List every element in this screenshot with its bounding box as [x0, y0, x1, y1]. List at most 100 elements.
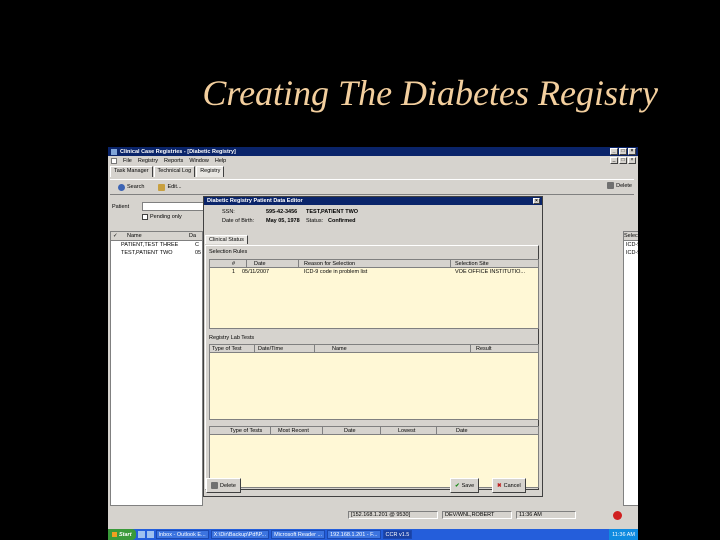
selection-rules-grid[interactable]: # Date Reason for Selection Selection Si…: [209, 259, 539, 329]
app-icon: [111, 148, 117, 155]
patient-list[interactable]: ✓ Name Da PATIENT,TEST THREE C TEST,PATI…: [110, 231, 203, 506]
tab-strip: Task Manager Technical Log Registry: [110, 166, 225, 177]
taskbar: Start Inbox - Outlook E... X:\Dir\Backup…: [108, 529, 638, 540]
col-name[interactable]: Name: [332, 346, 347, 352]
col-result[interactable]: Result: [476, 346, 492, 352]
row-number: 1: [232, 269, 236, 275]
menu-bar: File Registry Reports Window Help: [108, 156, 638, 165]
selection-rules-header: # Date Reason for Selection Selection Si…: [210, 260, 538, 268]
clinical-status-panel: Selection Rules # Date Reason for Select…: [205, 245, 539, 490]
save-button-label: Save: [461, 482, 475, 489]
tab-registry[interactable]: Registry: [196, 166, 225, 177]
col-reason[interactable]: Reason for Selection: [304, 261, 355, 267]
search-icon: [118, 183, 125, 191]
lab-tests-label: Registry Lab Tests: [209, 335, 255, 341]
name-column-header[interactable]: Name: [121, 233, 181, 239]
task-label: 192.168.1.201 - F...: [330, 531, 378, 538]
mdi-close-button[interactable]: ×: [628, 157, 636, 164]
check-column-header[interactable]: ✓: [111, 233, 121, 239]
cancel-button[interactable]: ✖ Cancel: [492, 478, 526, 493]
task-terminal[interactable]: 192.168.1.201 - F...: [327, 530, 381, 539]
menu-reports[interactable]: Reports: [164, 158, 183, 164]
task-explorer[interactable]: X:\Dir\Backup\Pdf\P...: [210, 530, 270, 539]
window-titlebar[interactable]: Clinical Case Registries - [Diabetic Reg…: [108, 147, 638, 156]
list-item[interactable]: ICD-9 code in problem list: [624, 241, 638, 249]
list-item[interactable]: ICD-9 code in problem list: [624, 249, 638, 257]
col-number[interactable]: #: [232, 261, 235, 267]
col-type-of-test[interactable]: Type of Test: [212, 346, 242, 352]
patient-input[interactable]: [142, 202, 208, 211]
menu-help[interactable]: Help: [215, 158, 226, 164]
close-button[interactable]: ×: [628, 148, 636, 155]
date-column-header[interactable]: Da: [181, 233, 196, 239]
search-button[interactable]: Search: [114, 183, 148, 192]
status-bar: [152.168.1.201 @ 9530] DEV/WNL,ROBERT 11…: [108, 510, 638, 520]
mdi-maximize-button[interactable]: □: [619, 157, 627, 164]
col-most-recent[interactable]: Most Recent: [278, 428, 309, 434]
task-ccr[interactable]: CCR v1.5: [382, 530, 413, 539]
task-label: Microsoft Reader ...: [274, 531, 323, 538]
tab-clinical-status[interactable]: Clinical Status: [205, 235, 248, 244]
col-type-of-tests[interactable]: Type of Tests: [230, 428, 262, 434]
windows-logo-icon: [112, 532, 117, 537]
start-button[interactable]: Start: [108, 529, 136, 540]
delete-button-label: Delete: [220, 482, 236, 489]
window-title: Clinical Case Registries - [Diabetic Reg…: [120, 148, 236, 155]
stop-icon: [613, 511, 622, 520]
list-item-date: 05: [195, 250, 202, 256]
ssn-value: 595-42-3456: [266, 209, 298, 215]
task-label: CCR v1.5: [385, 531, 410, 538]
selection-rule-header[interactable]: Selection Rule: [624, 232, 638, 241]
dialog-titlebar[interactable]: Diabetic Registry Patient Data Editor ×: [204, 197, 542, 205]
task-label: X:\Dir\Backup\Pdf\P...: [213, 531, 267, 538]
minimize-button[interactable]: _: [610, 148, 618, 155]
slide-title: Creating The Diabetes Registry: [202, 73, 658, 113]
list-item[interactable]: TEST,PATIENT TWO 05: [111, 249, 202, 257]
tray-clock: 11:36 AM: [612, 531, 635, 538]
lab-tests-header: Type of Test Date/Time Name Result: [210, 345, 538, 353]
dialog-delete-button[interactable]: Delete: [206, 478, 241, 493]
dialog-close-button[interactable]: ×: [533, 198, 540, 204]
list-item-name: PATIENT,TEST THREE: [121, 242, 179, 248]
col-site[interactable]: Selection Site: [455, 261, 489, 267]
quicklaunch-icon[interactable]: [137, 531, 145, 538]
menu-registry[interactable]: Registry: [138, 158, 158, 164]
status-label: Status:: [306, 218, 324, 224]
tab-technical-log[interactable]: Technical Log: [153, 166, 196, 177]
list-item-name: TEST,PATIENT TWO: [121, 250, 173, 256]
delete-toolbar-button[interactable]: Delete: [607, 182, 632, 189]
checkmark-icon: ✔: [455, 482, 460, 489]
save-button[interactable]: ✔ Save: [450, 478, 480, 493]
ssn-label: SSN:: [222, 209, 235, 215]
maximize-button[interactable]: □: [619, 148, 627, 155]
tests-summary-header: Type of Tests Most Recent Date Lowest Da…: [210, 427, 538, 435]
task-reader[interactable]: Microsoft Reader ...: [271, 530, 326, 539]
menu-window[interactable]: Window: [189, 158, 209, 164]
server-status: [152.168.1.201 @ 9530]: [348, 511, 438, 519]
task-outlook[interactable]: Inbox - Outlook E...: [155, 530, 209, 539]
list-item[interactable]: PATIENT,TEST THREE C: [111, 241, 202, 249]
row-date: 05/11/2007: [242, 269, 270, 275]
selection-rule-list[interactable]: Selection Rule ICD-9 code in problem lis…: [623, 231, 638, 506]
x-icon: ✖: [497, 482, 502, 489]
patient-name: TEST,PATIENT TWO: [306, 209, 359, 215]
trash-icon: [607, 182, 615, 189]
quicklaunch-icon[interactable]: [146, 531, 154, 538]
patient-data-editor-dialog: Diabetic Registry Patient Data Editor × …: [203, 196, 543, 497]
col-date-1[interactable]: Date: [344, 428, 356, 434]
mdi-minimize-button[interactable]: _: [610, 157, 618, 164]
col-date-time[interactable]: Date/Time: [258, 346, 283, 352]
dob-label: Date of Birth:: [222, 218, 255, 224]
col-date-2[interactable]: Date: [456, 428, 468, 434]
col-date[interactable]: Date: [254, 261, 266, 267]
document-icon: [111, 157, 117, 164]
table-row[interactable]: 1 05/11/2007 ICD-9 code in problem list …: [210, 268, 538, 276]
dob-value: May 05, 1978: [266, 218, 300, 224]
menu-file[interactable]: File: [123, 158, 132, 164]
lab-tests-grid[interactable]: Type of Test Date/Time Name Result: [209, 344, 539, 420]
row-reason: ICD-9 code in problem list: [304, 269, 368, 275]
edit-button[interactable]: Edit...: [154, 183, 185, 192]
tests-summary-grid[interactable]: Type of Tests Most Recent Date Lowest Da…: [209, 426, 539, 488]
tab-task-manager[interactable]: Task Manager: [110, 166, 153, 177]
col-lowest[interactable]: Lowest: [398, 428, 415, 434]
